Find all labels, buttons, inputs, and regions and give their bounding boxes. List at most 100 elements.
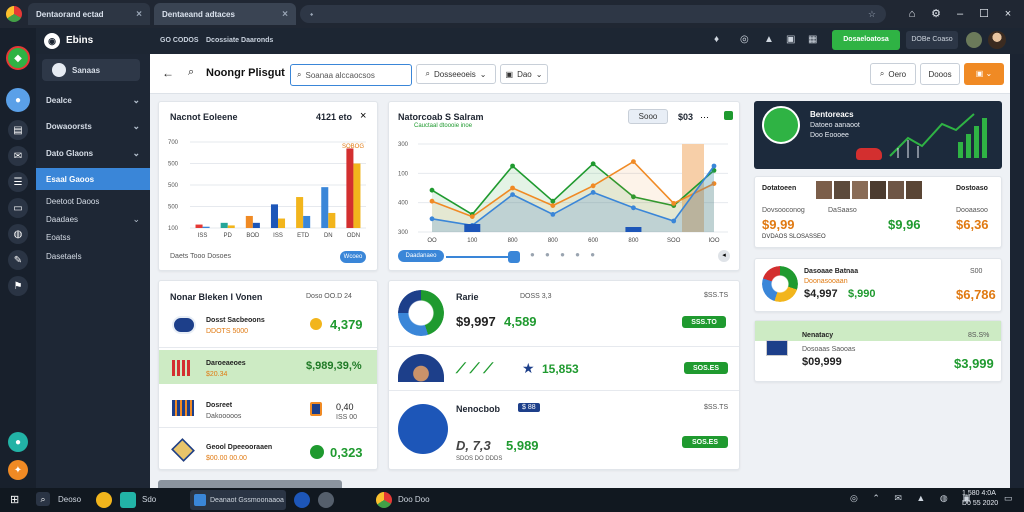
bar-chart-footer-button[interactable]: Wcoeo [340, 251, 366, 263]
header-link-2[interactable]: Dcossiate Daaronds [206, 37, 273, 44]
toolbar-search-button[interactable]: ⌕ Oero [870, 63, 916, 85]
sidebar-item-active[interactable]: Esaal Gaoos [36, 168, 150, 190]
avatar[interactable] [852, 181, 868, 199]
data-point [590, 161, 596, 167]
taskbar-chrome-icon[interactable] [376, 492, 392, 508]
row-sub: DDOTS 5000 [206, 328, 249, 335]
taskbar-active-app[interactable]: Deanaot Gssmoonaaoa [190, 490, 286, 510]
help-icon[interactable]: ◎ [740, 34, 749, 45]
avatar[interactable] [988, 31, 1006, 49]
bar [202, 226, 210, 228]
horizontal-scrollbar[interactable] [158, 480, 342, 488]
line-chart-pagination[interactable]: ● ● ● ● ● [530, 250, 599, 259]
close-icon[interactable]: × [282, 9, 288, 20]
extension-icon[interactable]: ⚙ [926, 5, 946, 23]
rail-dashboard-icon[interactable]: ▤ [8, 120, 28, 140]
search-input[interactable]: ⌕ Soanaa alccaocsos [290, 64, 412, 86]
close-icon[interactable]: × [360, 110, 366, 122]
bell-icon[interactable]: ▲ [764, 34, 774, 45]
rail-orange-icon[interactable]: ✦ [8, 460, 28, 480]
taskbar-browser-icon[interactable] [294, 492, 310, 508]
close-icon[interactable]: × [136, 9, 142, 20]
chart-icon[interactable]: ▦ [808, 34, 817, 45]
metric-2-pill[interactable]: SOS.ES [684, 362, 728, 374]
header-secondary-button[interactable]: DOBe Coaso [906, 31, 958, 49]
home-icon[interactable]: ⌂ [902, 5, 922, 23]
sidebar-item-2[interactable]: Dowaoorsts ⌄ [36, 115, 148, 137]
rail-alert-icon[interactable]: ⚑ [8, 276, 28, 296]
sidebar-item-3[interactable]: Dato Glaons ⌄ [36, 142, 148, 164]
windows-icon[interactable]: ⊞ [10, 493, 19, 506]
star-icon[interactable]: ☆ [868, 9, 876, 20]
line-chart-slider-label[interactable]: Daadanaeo [398, 250, 444, 262]
taskbar-item-4[interactable]: Doo Doo [398, 495, 430, 504]
bar [303, 215, 311, 228]
message-icon[interactable]: ▣ [786, 34, 795, 45]
toolbar-button-2[interactable]: Dooos [920, 63, 960, 85]
row-value: 0,40 [336, 402, 354, 412]
summary-sub: Dosoaas Saooas [802, 346, 856, 353]
metric-1-pill[interactable]: SSS.TO [682, 316, 726, 328]
rail-globe-icon[interactable]: ◍ [8, 224, 28, 244]
line-chart-button[interactable]: Sooo [628, 109, 668, 124]
taskbar-settings-icon[interactable] [318, 492, 334, 508]
address-bar[interactable]: ⬩ ☆ [300, 5, 886, 23]
notification-center-icon[interactable]: ▭ [1004, 493, 1013, 504]
line-chart-expand-icon[interactable]: ◂ [718, 250, 730, 262]
taskbar-search-icon[interactable]: ⌕ [36, 492, 50, 506]
avatar[interactable] [816, 181, 832, 199]
sidebar-item-1[interactable]: Dealce ⌄ [36, 89, 148, 111]
toolbar-orange-button[interactable]: ▣ ⌄ [964, 63, 1004, 85]
rail-teal-icon[interactable]: ● [8, 432, 28, 452]
line-chart-value: $03 [678, 112, 694, 122]
back-arrow-icon[interactable]: ← [162, 66, 174, 80]
sidebar-item-top[interactable]: Sanaas [42, 59, 140, 81]
maximize-icon[interactable]: ☐ [974, 5, 994, 23]
avatar[interactable] [888, 181, 904, 199]
row-label: Geool Dpeeooraaen [206, 444, 273, 451]
taskbar-item-1[interactable]: Deoso [58, 495, 81, 504]
taskbar-app-icon[interactable] [120, 492, 136, 508]
rail-home-icon[interactable]: ◆ [6, 46, 30, 70]
browser-tab-2[interactable]: Dentaeand adtaces × [154, 3, 296, 25]
star-icon: ★ [522, 360, 535, 376]
filter-dropdown-2[interactable]: ▣ Dao ⌄ [500, 64, 548, 84]
divider [389, 346, 739, 347]
rail-profile-icon[interactable]: ● [6, 88, 30, 112]
metric-3-pill[interactable]: SOS.ES [682, 436, 728, 448]
header-link-1[interactable]: GO CODOS [160, 37, 199, 44]
x-tick-label: BOD [246, 233, 260, 239]
building-icon [172, 400, 194, 416]
line-chart-slider-handle[interactable] [508, 251, 520, 263]
x-tick-label: SOO [667, 238, 681, 244]
line-chart-more-icon[interactable]: ⋯ [700, 112, 709, 123]
avatar[interactable] [870, 181, 886, 199]
browser-tab-1[interactable]: Dentaorand ectad × [28, 3, 150, 25]
pie-right-top: S00 [970, 268, 983, 275]
rail-mail-icon[interactable]: ✉ [8, 146, 28, 166]
divider [389, 390, 739, 391]
taskbar-app-icon[interactable] [96, 492, 112, 508]
y-tick-label: 500 [168, 162, 179, 168]
avatar[interactable] [906, 181, 922, 199]
tray-icons[interactable]: ◎ ⌃ ✉ ▲ ◍ ▣ [850, 493, 977, 504]
rail-chat-icon[interactable]: ✎ [8, 250, 28, 270]
close-window-icon[interactable]: × [998, 5, 1018, 23]
app-icon [194, 494, 206, 506]
settings-icon[interactable] [966, 32, 982, 48]
rail-list-icon[interactable]: ☰ [8, 172, 28, 192]
bar [227, 225, 235, 228]
notification-icon[interactable]: ♦ [714, 34, 719, 45]
filter-dropdown-1[interactable]: ⌕ Dosseeoeis ⌄ [416, 64, 496, 84]
avatar[interactable] [834, 181, 850, 199]
sidebar-item-8[interactable]: Dasetaels [36, 245, 148, 267]
rail-folder-icon[interactable]: ▭ [8, 198, 28, 218]
row-sub: Dakooooos [206, 413, 242, 420]
header-cta-button[interactable]: Dosaeloatosa [832, 30, 900, 50]
taskbar-item-2[interactable]: Sdo [142, 495, 156, 504]
x-tick-label: PD [224, 233, 233, 239]
minimize-icon[interactable]: – [950, 5, 970, 23]
line-chart-slider-track[interactable] [446, 256, 510, 258]
y-tick-label: 400 [398, 201, 409, 207]
metric-1-right: $SS.TS [704, 292, 729, 299]
